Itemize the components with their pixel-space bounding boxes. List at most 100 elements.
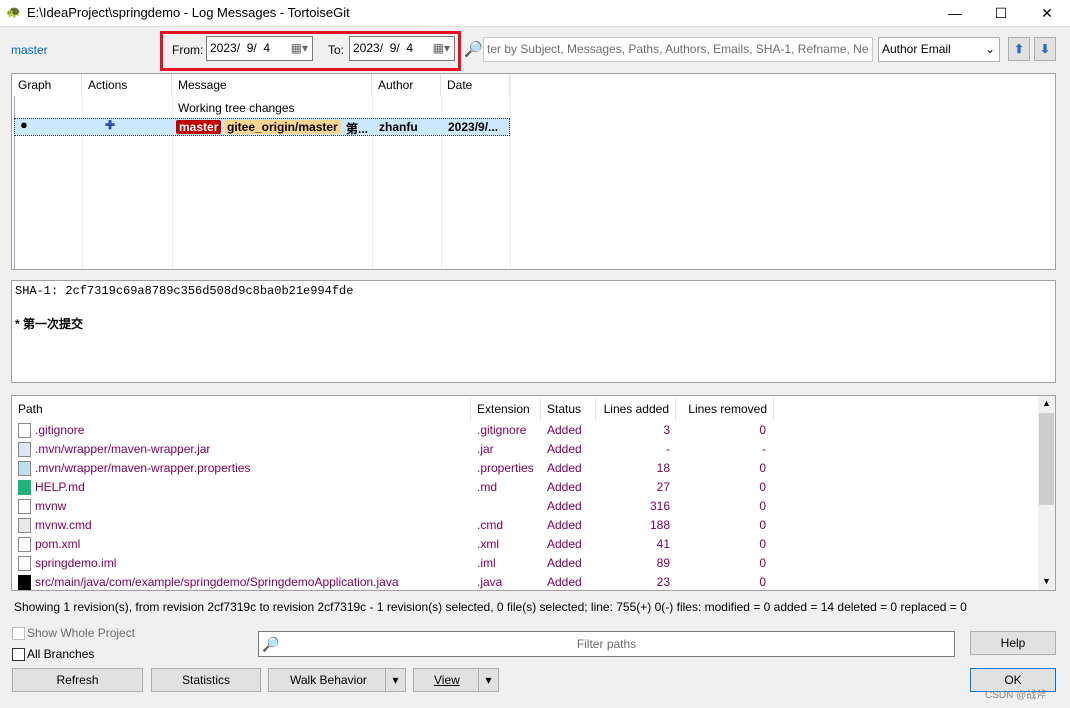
col-lines-removed[interactable]: Lines removed <box>676 398 774 420</box>
file-path: mvnw.cmd <box>35 518 92 532</box>
search-input[interactable]: ter by Subject, Messages, Paths, Authors… <box>483 37 873 62</box>
file-path: .mvn/wrapper/maven-wrapper.properties <box>35 461 251 475</box>
all-branches-checkbox[interactable] <box>12 648 25 661</box>
view-label: View <box>434 673 460 687</box>
lines-added: 27 <box>656 480 670 494</box>
to-date-picker[interactable]: 2023/ 9/ 4 ▦▾ <box>349 36 455 61</box>
java-jar-icon <box>18 442 31 457</box>
file-extension: .jar <box>477 442 494 456</box>
col-extension[interactable]: Extension <box>471 398 541 420</box>
file-row[interactable]: pom.xml .xml Added 41 0 <box>12 535 772 554</box>
from-date-picker[interactable]: 2023/ 9/ 4 ▦▾ <box>206 36 313 61</box>
statistics-button[interactable]: Statistics <box>151 668 261 692</box>
working-tree-row[interactable]: Working tree changes <box>178 101 295 115</box>
lines-added: 316 <box>649 499 670 513</box>
col-date[interactable]: Date <box>441 74 510 96</box>
dropdown-arrow-icon[interactable]: ▾ <box>478 669 498 691</box>
file-path: pom.xml <box>35 537 81 551</box>
file-row[interactable]: HELP.md .md Added 27 0 <box>12 478 772 497</box>
commit-author: zhanfu <box>379 120 418 134</box>
file-row[interactable]: mvnw Added 316 0 <box>12 497 772 516</box>
actions-add-icon: ✚ <box>105 118 116 132</box>
commit-details[interactable]: SHA-1: 2cf7319c69a8789c356d508d9c8ba0b21… <box>11 280 1056 383</box>
file-row[interactable]: .mvn/wrapper/maven-wrapper.jar .jar Adde… <box>12 440 772 459</box>
lines-removed: 0 <box>759 499 766 513</box>
file-status: Added <box>547 556 582 570</box>
sha-text: SHA-1: 2cf7319c69a8789c356d508d9c8ba0b21… <box>15 284 354 298</box>
file-path: .mvn/wrapper/maven-wrapper.jar <box>35 442 211 456</box>
col-path[interactable]: Path <box>12 398 471 420</box>
filter-field-value: Author Email <box>882 42 951 56</box>
file-row[interactable]: src/main/java/com/example/springdemo/Spr… <box>12 573 772 590</box>
search-icon[interactable]: 🔎 <box>464 40 483 58</box>
file-row[interactable]: .mvn/wrapper/maven-wrapper.properties .p… <box>12 459 772 478</box>
file-row[interactable]: springdemo.iml .iml Added 89 0 <box>12 554 772 573</box>
file-icon <box>18 499 31 514</box>
scroll-up-icon[interactable]: ▲ <box>1042 398 1051 408</box>
file-path: .gitignore <box>35 423 85 437</box>
walk-behavior-label: Walk Behavior <box>290 673 367 687</box>
lines-removed: 0 <box>759 537 766 551</box>
lines-removed: - <box>762 442 766 456</box>
commit-message: 第... <box>346 122 369 136</box>
lines-removed: 0 <box>759 518 766 532</box>
view-button[interactable]: View ▾ <box>413 668 499 692</box>
file-path: springdemo.iml <box>35 556 117 570</box>
dropdown-arrow-icon[interactable]: ▾ <box>385 669 405 691</box>
col-author[interactable]: Author <box>372 74 441 96</box>
lines-removed: 0 <box>759 556 766 570</box>
show-whole-project-label: Show Whole Project <box>27 626 136 640</box>
close-button[interactable]: ✕ <box>1024 0 1070 27</box>
status-bar: Showing 1 revision(s), from revision 2cf… <box>14 600 967 614</box>
search-icon: 🔎 <box>262 636 280 652</box>
lines-added: 23 <box>656 575 670 589</box>
revision-list[interactable]: Graph Actions Message Author Date Workin… <box>11 73 1056 270</box>
calendar-dropdown-icon[interactable]: ▦▾ <box>433 41 450 55</box>
properties-file-icon <box>18 461 31 476</box>
col-lines-added[interactable]: Lines added <box>596 398 676 420</box>
calendar-dropdown-icon[interactable]: ▦▾ <box>291 41 308 55</box>
commit-message-text: * 第一次提交 <box>15 317 84 331</box>
maximize-button[interactable]: ☐ <box>978 0 1024 27</box>
to-date-value: 2023/ 9/ 4 <box>353 41 414 55</box>
minimize-button[interactable]: — <box>932 0 978 27</box>
arrow-down-icon[interactable]: ⬇ <box>1034 37 1056 61</box>
branch-link[interactable]: master <box>11 43 48 57</box>
intellij-file-icon <box>18 575 31 590</box>
tag-master: master <box>176 120 222 134</box>
filter-field-select[interactable]: Author Email ⌄ <box>878 37 1000 62</box>
help-button[interactable]: Help <box>970 631 1056 655</box>
refresh-button[interactable]: Refresh <box>12 668 143 692</box>
col-status[interactable]: Status <box>541 398 596 420</box>
file-extension: .md <box>477 480 498 494</box>
lines-removed: 0 <box>759 423 766 437</box>
revision-row[interactable]: ● ✚ master gitee_origin/master 第... zhan… <box>14 117 510 136</box>
walk-behavior-button[interactable]: Walk Behavior ▾ <box>268 668 406 692</box>
file-status: Added <box>547 442 582 456</box>
watermark: CSDN @战斧 <box>985 690 1047 701</box>
file-status: Added <box>547 518 582 532</box>
arrow-up-icon[interactable]: ⬆ <box>1008 37 1030 61</box>
from-date-value: 2023/ 9/ 4 <box>210 41 271 55</box>
show-whole-project-checkbox[interactable] <box>12 627 25 640</box>
changed-files-list[interactable]: Path Extension Status Lines added Lines … <box>11 395 1056 591</box>
col-message[interactable]: Message <box>172 74 372 96</box>
cmd-file-icon <box>18 518 31 533</box>
file-icon <box>18 537 31 552</box>
lines-added: 89 <box>656 556 670 570</box>
scrollbar-thumb[interactable] <box>1039 413 1054 505</box>
col-graph[interactable]: Graph <box>12 74 82 96</box>
file-status: Added <box>547 461 582 475</box>
file-extension: .xml <box>477 537 499 551</box>
filter-paths-input[interactable]: 🔎 Filter paths <box>258 631 955 657</box>
scroll-down-icon[interactable]: ▼ <box>1042 576 1051 586</box>
all-branches-label: All Branches <box>27 647 95 661</box>
file-path: mvnw <box>35 499 67 513</box>
file-row[interactable]: mvnw.cmd .cmd Added 188 0 <box>12 516 772 535</box>
file-row[interactable]: .gitignore .gitignore Added 3 0 <box>12 421 772 440</box>
file-extension: .gitignore <box>477 423 527 437</box>
scrollbar[interactable]: ▲ ▼ <box>1038 396 1055 590</box>
col-actions[interactable]: Actions <box>82 74 172 96</box>
file-path: src/main/java/com/example/springdemo/Spr… <box>35 575 399 589</box>
markdown-file-icon <box>18 480 31 495</box>
